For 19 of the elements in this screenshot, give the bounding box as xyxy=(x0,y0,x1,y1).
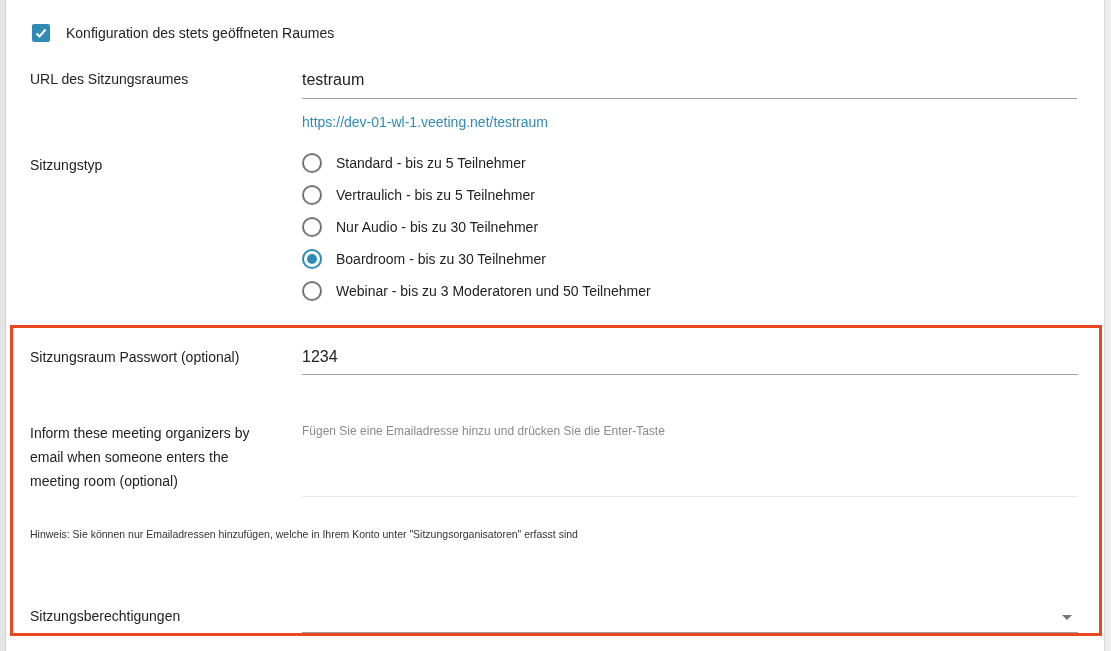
password-input[interactable]: 1234 xyxy=(302,345,1078,375)
hint-text: Hinweis: Sie können nur Emailadressen hinzufügen, welche in Ihrem Konto unter "Sitzungsorganisatoren" erfasst sind xyxy=(30,527,579,542)
checkmark-icon xyxy=(34,26,48,40)
room-link[interactable]: https://dev-01-wl-1.veeting.net/testraum xyxy=(302,114,548,130)
url-input[interactable]: testraum xyxy=(302,67,1077,99)
field-label: Inform these meeting organizers by email when someone enters the meeting room (optional) xyxy=(30,424,251,491)
radio-option[interactable]: Webinar - bis zu 3 Moderatoren und 50 Teilnehmer xyxy=(302,275,651,307)
dropdown-caret-icon xyxy=(1062,614,1072,620)
radio-option[interactable]: Nur Audio - bis zu 30 Teilnehmer xyxy=(302,211,651,243)
field-label: Sitzungstyp xyxy=(30,156,104,175)
field-label: Sitzungsberechtigungen xyxy=(30,606,182,626)
radio-option[interactable]: Boardroom - bis zu 30 Teilnehmer xyxy=(302,243,651,275)
field-label: Sitzungsraum Passwort (optional) xyxy=(30,348,241,367)
checkbox-label: Konfiguration des stets geöffneten Raumes xyxy=(66,23,335,43)
radio-option[interactable]: Vertraulich - bis zu 5 Teilnehmer xyxy=(302,179,651,211)
checkbox[interactable] xyxy=(32,24,50,42)
radio-option[interactable]: Standard - bis zu 5 Teilnehmer xyxy=(302,147,651,179)
email-input[interactable]: Fügen Sie eine Emailadresse hinzu und drücken Sie die Enter-Taste xyxy=(302,413,1078,497)
field-label: URL des Sitzungsraumes xyxy=(30,70,190,89)
